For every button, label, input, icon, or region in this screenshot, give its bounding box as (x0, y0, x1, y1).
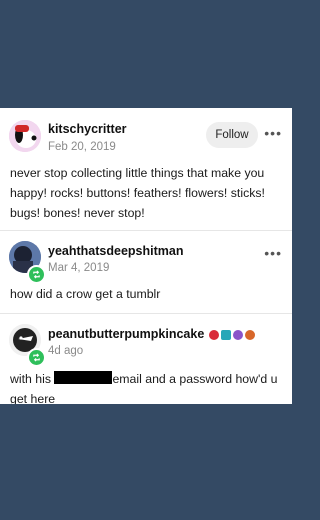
tools-badge-icon (221, 330, 231, 340)
post-text: never stop collecting little things that… (10, 166, 265, 220)
post-date: 4d ago (48, 345, 84, 357)
username[interactable]: kitschycritter (48, 122, 127, 136)
username[interactable]: peanutbutterpumpkincake (48, 327, 204, 341)
post-text: with his email and a password how'd u ge… (10, 369, 284, 404)
reblog-icon (27, 265, 46, 284)
post-text: how did a crow get a tumblr (10, 287, 161, 301)
post-kitschycritter: kitschycritter Feb 20, 2019 Follow ••• n… (0, 108, 292, 230)
avatar[interactable] (9, 120, 41, 152)
user-badges (209, 330, 255, 340)
redaction-bar (54, 371, 113, 384)
reblog-icon (27, 348, 46, 367)
snoopy-avatar-icon (9, 120, 41, 152)
post-text-start: with his (10, 372, 52, 386)
more-options-icon[interactable]: ••• (264, 125, 282, 141)
reblog-thread-card: kitschycritter Feb 20, 2019 Follow ••• n… (0, 108, 292, 404)
post-yeahthatsdeepshitman: yeahthatsdeepshitman Mar 4, 2019 ••• how… (0, 231, 292, 313)
post-peanutbutterpumpkincake: peanutbutterpumpkincake 4d ago with his … (0, 314, 292, 404)
follow-button[interactable]: Follow (206, 122, 258, 148)
more-options-icon[interactable]: ••• (264, 245, 282, 261)
post-date: Mar 4, 2019 (48, 262, 110, 274)
stop-sign-badge-icon (209, 330, 219, 340)
cookie-badge-icon (245, 330, 255, 340)
username[interactable]: yeahthatsdeepshitman (48, 244, 183, 258)
post-text-end: email and a password how'd u get here (10, 372, 278, 404)
swirl-badge-icon (233, 330, 243, 340)
post-date: Feb 20, 2019 (48, 141, 116, 153)
